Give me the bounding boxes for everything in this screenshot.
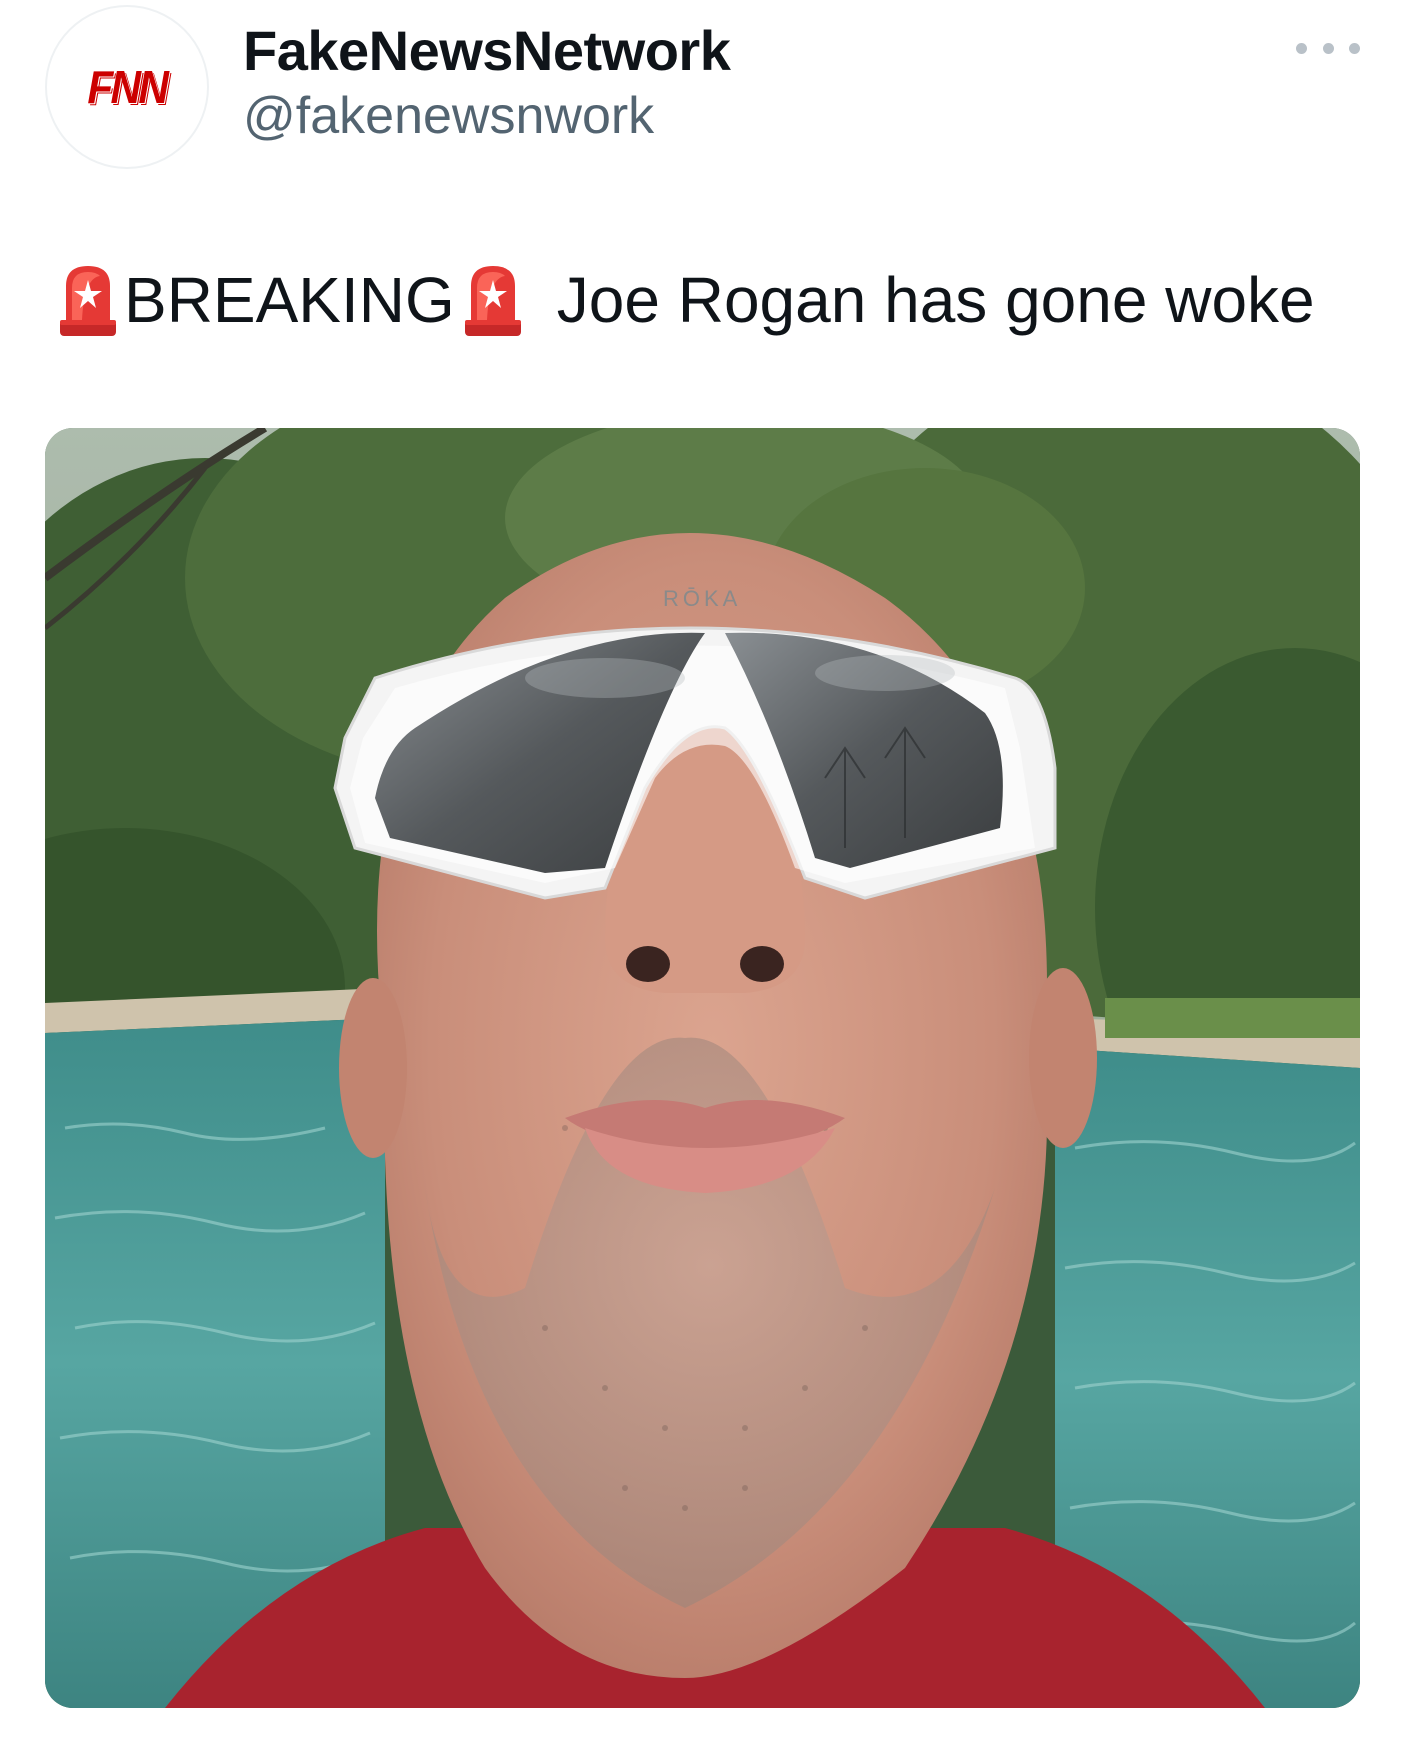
breaking-label: BREAKING <box>124 264 455 336</box>
user-handle[interactable]: @fakenewsnwork <box>243 86 654 146</box>
police-car-light-icon <box>58 262 118 338</box>
display-name[interactable]: FakeNewsNetwork <box>243 18 731 83</box>
more-dot-icon <box>1296 42 1307 54</box>
more-options-button[interactable] <box>1296 28 1360 68</box>
more-dot-icon <box>1322 42 1334 54</box>
tweet-card: FNN FakeNewsNetwork @fakenewsnwork BREAK… <box>0 0 1406 1758</box>
police-car-light-icon <box>463 262 523 338</box>
avatar[interactable]: FNN <box>45 5 209 169</box>
tweet-photo[interactable]: RŌKA <box>45 428 1360 1708</box>
goggle-brand-text: RŌKA <box>663 586 741 611</box>
tweet-message: Joe Rogan has gone woke <box>556 264 1315 336</box>
tweet-text: BREAKING Joe Rogan has gone woke <box>58 262 1315 338</box>
more-dot-icon <box>1349 42 1360 54</box>
avatar-logo: FNN <box>87 61 169 113</box>
